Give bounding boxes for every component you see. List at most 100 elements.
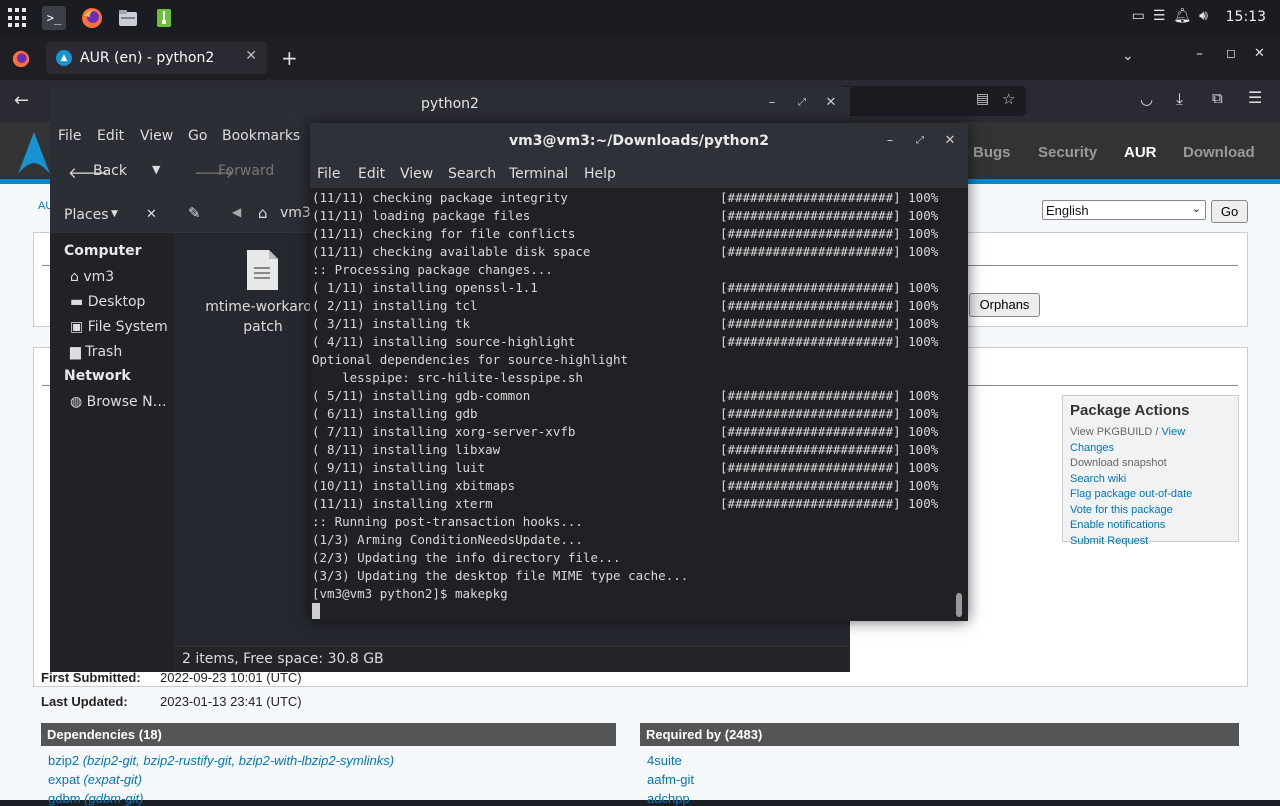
close-icon[interactable]: ✕ <box>823 95 839 110</box>
chevron-down-icon[interactable]: ▼ <box>111 209 118 219</box>
browser-tab[interactable]: ▲ AUR (en) - python2 ✕ <box>46 42 267 74</box>
sidebar-item-browse-network[interactable]: ◍ Browse N… <box>70 394 167 410</box>
file-manager-sidebar: Places ▼ ✕ Computer ⌂ vm3 ▬ Desktop ▣ Fi… <box>50 193 174 672</box>
terminal-line: ( 2/11) installing tcl <box>312 298 478 313</box>
language-select[interactable]: English ⌄ <box>1042 200 1206 220</box>
terminal-titlebar[interactable]: vm3@vm3:~/Downloads/python2 – ⤢ ✕ <box>310 123 968 160</box>
minimize-icon[interactable]: – <box>764 95 780 110</box>
terminal-line: (11/11) checking for file conflicts <box>312 226 576 241</box>
search-wiki-link[interactable]: Search wiki <box>1070 472 1231 488</box>
menu-view[interactable]: View <box>140 128 173 144</box>
terminal-progress: [######################] 100% <box>720 334 939 349</box>
terminal-app-icon[interactable]: >_ <box>42 6 66 30</box>
home-icon[interactable]: ⌂ <box>258 204 268 222</box>
menu-go[interactable]: Go <box>188 128 207 144</box>
terminal-progress: [######################] 100% <box>720 442 939 457</box>
sidebar-heading-network: Network <box>64 368 131 384</box>
bell-icon[interactable]: 🔔︎ <box>1173 8 1191 24</box>
download-snapshot-link[interactable]: Download snapshot <box>1070 456 1231 472</box>
edit-path-icon[interactable]: ✎ <box>188 204 201 222</box>
go-button[interactable]: Go <box>1211 200 1248 223</box>
nav-bugs[interactable]: Bugs <box>973 144 1011 161</box>
archive-app-icon[interactable] <box>152 6 176 30</box>
terminal-line: :: Processing package changes... <box>312 262 553 277</box>
required-by-item[interactable]: adchpp <box>647 791 690 806</box>
terminal-line: [vm3@vm3 python2]$ makepkg <box>312 586 508 601</box>
terminal-progress: [######################] 100% <box>720 406 939 421</box>
file-manager-statusbar: 2 items, Free space: 30.8 GB <box>174 646 850 672</box>
firefox-app-icon[interactable] <box>80 6 104 30</box>
app-launcher-icon[interactable] <box>8 8 28 28</box>
terminal-line: (11/11) installing xterm <box>312 496 493 511</box>
enable-notifications-link[interactable]: Enable notifications <box>1070 518 1231 534</box>
terminal-line: ( 5/11) installing gdb-common <box>312 388 531 403</box>
nav-security[interactable]: Security <box>1038 144 1097 161</box>
back-history-chevron-icon[interactable]: ▼ <box>152 163 160 176</box>
terminal-line: Optional dependencies for source-highlig… <box>312 352 629 367</box>
downloads-icon[interactable]: ⤓ <box>1176 89 1183 109</box>
reader-view-icon[interactable]: ▤ <box>976 91 989 107</box>
battery-icon[interactable]: ▭ <box>1132 8 1145 24</box>
dependency-item[interactable]: expat (expat-git) <box>48 772 142 787</box>
path-segment-vm3[interactable]: vm3 <box>280 205 311 221</box>
dependency-item[interactable]: bzip2 (bzip2-git, bzip2-rustify-git, bzi… <box>48 753 394 768</box>
submit-request-link[interactable]: Submit Request <box>1070 534 1231 550</box>
back-arrow-icon[interactable]: ← <box>14 90 29 111</box>
orphans-button[interactable]: Orphans <box>969 293 1040 317</box>
view-pkgbuild-link[interactable]: View PKGBUILD <box>1070 426 1152 438</box>
firefox-menu-icon[interactable] <box>12 50 30 72</box>
bookmark-star-icon[interactable]: ☆ <box>1002 90 1015 108</box>
new-tab-button[interactable]: + <box>281 46 298 70</box>
maximize-icon[interactable]: ⤢ <box>912 135 928 146</box>
required-by-item[interactable]: 4suite <box>647 753 682 768</box>
terminal-progress: [######################] 100% <box>720 316 939 331</box>
sidebar-item-trash[interactable]: ▆ Trash <box>70 344 122 360</box>
flag-out-of-date-link[interactable]: Flag package out-of-date <box>1070 487 1231 503</box>
notifications-list-icon[interactable]: ☰ <box>1153 8 1166 24</box>
menu-bookmarks[interactable]: Bookmarks <box>222 128 300 144</box>
menu-file[interactable]: File <box>317 166 340 182</box>
extensions-icon[interactable]: ⧉ <box>1212 89 1223 107</box>
close-icon[interactable]: ✕ <box>942 133 958 148</box>
terminal-window: vm3@vm3:~/Downloads/python2 – ⤢ ✕ File E… <box>310 123 968 621</box>
list-tabs-icon[interactable]: ⌄ <box>1122 48 1134 64</box>
close-browser-icon[interactable]: ✕ <box>1254 46 1265 61</box>
menu-file[interactable]: File <box>58 128 81 144</box>
forward-button: Forward <box>218 163 275 179</box>
vote-link[interactable]: Vote for this package <box>1070 503 1231 519</box>
pocket-icon[interactable]: ◡ <box>1140 90 1153 108</box>
places-dropdown[interactable]: Places <box>64 207 109 223</box>
dependency-item[interactable]: gdbm (gdbm-git) <box>48 791 143 806</box>
file-manager-titlebar[interactable]: python2 – ⤢ ✕ <box>50 87 850 121</box>
minimize-browser-icon[interactable]: – <box>1196 46 1203 62</box>
close-tab-icon[interactable]: ✕ <box>245 48 257 64</box>
menu-help[interactable]: Help <box>584 166 616 182</box>
nav-download[interactable]: Download <box>1183 144 1255 161</box>
sidebar-item-file-system[interactable]: ▣ File System <box>70 319 168 335</box>
terminal-output[interactable]: (11/11) checking package integrity [#####… <box>310 188 968 621</box>
scroll-left-icon[interactable]: ◀ <box>232 205 241 219</box>
url-bar[interactable]: ▤ ☆ <box>840 86 1026 116</box>
nav-aur[interactable]: AUR <box>1124 144 1157 161</box>
volume-icon[interactable]: 🔊︎ <box>1199 8 1208 24</box>
maximize-browser-icon[interactable]: ◻ <box>1226 46 1236 60</box>
terminal-scrollbar[interactable] <box>956 593 962 617</box>
sidebar-item-desktop[interactable]: ▬ Desktop <box>70 294 145 310</box>
clock[interactable]: 15:13 <box>1226 9 1266 25</box>
back-button[interactable]: Back <box>93 163 127 179</box>
file-manager-app-icon[interactable] <box>116 6 140 30</box>
menu-search[interactable]: Search <box>448 166 496 182</box>
menu-edit[interactable]: Edit <box>97 128 124 144</box>
maximize-icon[interactable]: ⤢ <box>794 97 810 108</box>
required-by-item[interactable]: aafm-git <box>647 772 694 787</box>
menu-edit[interactable]: Edit <box>358 166 385 182</box>
close-sidebar-icon[interactable]: ✕ <box>146 207 157 222</box>
menu-terminal[interactable]: Terminal <box>509 166 568 182</box>
arch-logo-icon[interactable] <box>16 130 52 176</box>
minimize-icon[interactable]: – <box>882 133 898 148</box>
system-panel: >_ ▭ ☰ 🔔︎ 🔊︎ 15:13 <box>0 0 1280 36</box>
menu-view[interactable]: View <box>400 166 433 182</box>
package-actions-title: Package Actions <box>1070 402 1190 419</box>
sidebar-item-vm3[interactable]: ⌂ vm3 <box>70 269 114 285</box>
app-menu-icon[interactable]: ☰ <box>1248 88 1262 107</box>
